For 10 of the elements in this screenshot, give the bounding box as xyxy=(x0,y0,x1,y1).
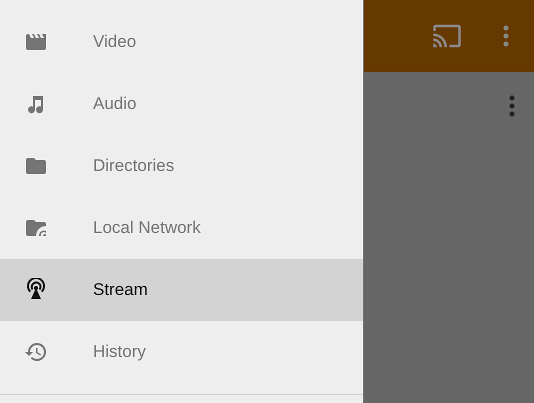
drawer-item[interactable]: Audio xyxy=(0,73,363,135)
drawer-item[interactable]: History xyxy=(0,321,363,383)
history-icon xyxy=(24,340,48,364)
more-options-icon[interactable] xyxy=(509,94,515,118)
drawer-item[interactable]: Local Network xyxy=(0,197,363,259)
drawer-item[interactable]: Directories xyxy=(0,135,363,197)
drawer-item[interactable]: Video xyxy=(0,11,363,73)
more-options-icon[interactable] xyxy=(503,24,509,48)
drawer-item[interactable]: Stream xyxy=(0,259,363,321)
antenna-icon xyxy=(24,278,48,302)
